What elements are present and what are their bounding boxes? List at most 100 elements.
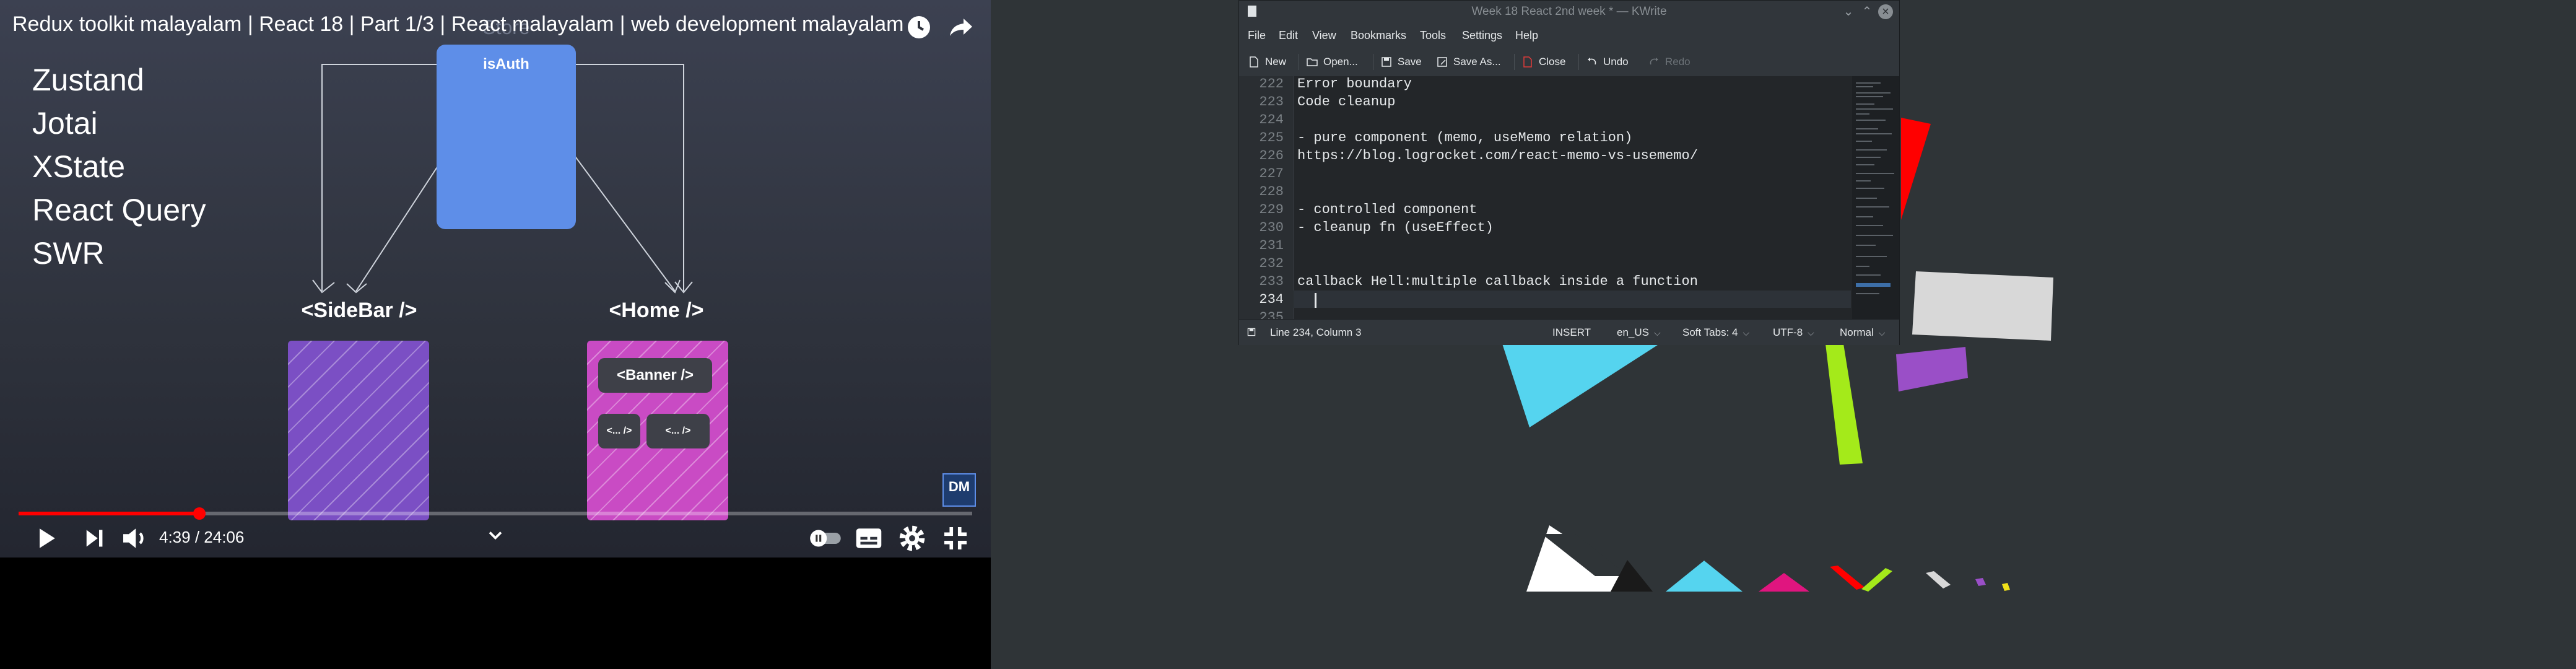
document-minimap[interactable]: [1852, 76, 1899, 319]
dictionary-selector[interactable]: en_US ⌵: [1617, 320, 1661, 346]
close-document-button[interactable]: Close: [1521, 53, 1565, 71]
skip-next-icon[interactable]: [77, 522, 110, 555]
menu-edit[interactable]: Edit: [1279, 23, 1298, 48]
text-editor[interactable]: 222 223 224 225 226 227 228 229 230 231 …: [1239, 76, 1899, 325]
encoding-selector[interactable]: UTF-8 ⌵: [1773, 320, 1814, 346]
library-label: Zustand: [32, 63, 144, 97]
indentation-selector[interactable]: Soft Tabs: 4 ⌵: [1682, 320, 1749, 346]
open-button[interactable]: Open...: [1306, 53, 1358, 71]
line-number: 230: [1259, 220, 1284, 235]
kwrite-window[interactable]: Week 18 React 2nd week * — KWrite ⌄ ⌃ × …: [1238, 0, 1900, 345]
toolbar: New Open... Save Save As... Close Undo R…: [1239, 48, 1899, 77]
line-number: 225: [1259, 130, 1284, 146]
save-button[interactable]: Save: [1380, 53, 1422, 71]
window-titlebar[interactable]: Week 18 React 2nd week * — KWrite ⌄ ⌃ ×: [1239, 1, 1899, 23]
open-label: Open...: [1323, 56, 1358, 68]
indentation-label: Soft Tabs: 4: [1682, 326, 1738, 338]
minimize-icon[interactable]: ⌄: [1841, 4, 1856, 19]
code-line[interactable]: - cleanup fn (useEffect): [1297, 220, 1494, 235]
redo-button[interactable]: Redo: [1648, 53, 1690, 71]
progress-scrubber[interactable]: [193, 507, 206, 520]
line-number: 229: [1259, 202, 1284, 217]
chevron-down-icon[interactable]: [484, 524, 507, 546]
library-label: React Query: [32, 193, 206, 227]
menu-tools[interactable]: Tools: [1420, 23, 1446, 48]
clock-icon[interactable]: [904, 12, 934, 42]
highlighting-selector[interactable]: Normal ⌵: [1840, 320, 1885, 346]
line-number: 227: [1259, 166, 1284, 181]
menu-bookmarks[interactable]: Bookmarks: [1351, 23, 1406, 48]
play-icon[interactable]: [28, 522, 62, 555]
child-component-box: <... />: [646, 414, 710, 448]
share-icon[interactable]: [946, 12, 976, 42]
window-title: Week 18 React 2nd week * — KWrite: [1471, 5, 1667, 18]
exit-fullscreen-icon[interactable]: [939, 522, 972, 555]
save-as-label: Save As...: [1453, 56, 1501, 68]
progress-played: [19, 512, 199, 515]
line-number: 231: [1259, 238, 1284, 253]
isauth-label: isAuth: [483, 56, 529, 72]
undo-icon: [1588, 58, 1596, 65]
menu-help[interactable]: Help: [1515, 23, 1538, 48]
undo-label: Undo: [1603, 56, 1629, 68]
banner-component-box: <Banner />: [598, 358, 712, 393]
close-icon[interactable]: ×: [1878, 4, 1893, 19]
new-document-icon: [1250, 56, 1258, 68]
code-line[interactable]: Code cleanup: [1297, 94, 1395, 110]
chevron-down-icon: ⌵: [1743, 328, 1750, 338]
toolbar-separator: [1514, 54, 1515, 70]
chevron-down-icon: ⌵: [1878, 328, 1886, 338]
gear-icon[interactable]: [895, 522, 929, 555]
channel-logo: DM: [942, 473, 976, 507]
library-label: Jotai: [32, 106, 98, 141]
cursor-position[interactable]: Line 234, Column 3: [1270, 320, 1361, 345]
sidebar-component-box: [288, 341, 429, 520]
volume-icon[interactable]: [118, 522, 151, 555]
menu-view[interactable]: View: [1312, 23, 1336, 48]
line-number: 222: [1259, 76, 1284, 92]
open-folder-icon: [1307, 58, 1318, 66]
close-label: Close: [1539, 56, 1566, 68]
code-line[interactable]: callback Hell:multiple callback inside a…: [1297, 274, 1698, 289]
home-component-label: <Home />: [609, 299, 704, 322]
save-label: Save: [1398, 56, 1422, 68]
menu-settings[interactable]: Settings: [1462, 23, 1502, 48]
dictionary-label: en_US: [1617, 326, 1649, 338]
line-number: 232: [1259, 256, 1284, 271]
redo-icon: [1650, 58, 1658, 65]
sidebar-component-label: <SideBar />: [301, 299, 417, 322]
maximize-icon[interactable]: ⌃: [1860, 4, 1874, 19]
line-number-gutter: 222 223 224 225 226 227 228 229 230 231 …: [1239, 76, 1294, 325]
save-as-icon: [1437, 57, 1447, 67]
new-button[interactable]: New: [1248, 53, 1286, 71]
autoplay-toggle-icon[interactable]: [809, 522, 842, 555]
code-line[interactable]: - controlled component: [1297, 202, 1477, 217]
line-number: 224: [1259, 112, 1284, 128]
library-label: XState: [32, 149, 126, 184]
code-line[interactable]: Error boundary: [1297, 76, 1412, 92]
text-cursor: [1315, 293, 1316, 308]
line-number: 233: [1259, 274, 1284, 289]
encoding-label: UTF-8: [1773, 326, 1803, 338]
chevron-down-icon: ⌵: [1653, 328, 1661, 338]
menu-file[interactable]: File: [1248, 23, 1266, 48]
code-line[interactable]: https://blog.logrocket.com/react-memo-vs…: [1297, 148, 1698, 164]
close-document-icon: [1523, 56, 1532, 68]
library-label: SWR: [32, 236, 105, 271]
highlighting-label: Normal: [1840, 326, 1874, 338]
redo-label: Redo: [1665, 56, 1690, 68]
current-line-number: 234: [1259, 292, 1284, 307]
input-mode[interactable]: INSERT: [1552, 320, 1591, 345]
document-status-icon: [1247, 328, 1256, 336]
save-as-button[interactable]: Save As...: [1436, 53, 1501, 71]
chevron-down-icon: ⌵: [1808, 328, 1814, 338]
code-line[interactable]: - pure component (memo, useMemo relation…: [1297, 130, 1632, 146]
video-player[interactable]: Store isAuth Redux toolkit malayalam | R…: [0, 0, 991, 558]
child-component-box: <... />: [598, 414, 640, 448]
line-number: 223: [1259, 94, 1284, 110]
menu-bar: File Edit View Bookmarks Tools Settings …: [1239, 23, 1899, 48]
undo-button[interactable]: Undo: [1586, 53, 1629, 71]
video-title[interactable]: Redux toolkit malayalam | React 18 | Par…: [12, 12, 903, 37]
line-number: 228: [1259, 184, 1284, 199]
subtitles-icon[interactable]: [852, 522, 886, 555]
